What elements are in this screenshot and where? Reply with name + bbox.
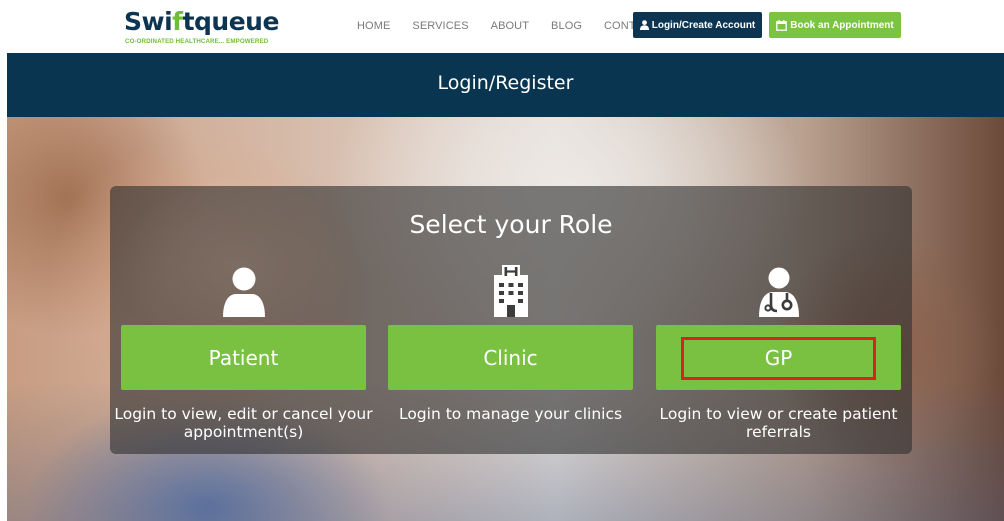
- nav-about[interactable]: ABOUT: [491, 20, 529, 32]
- book-appointment-button[interactable]: Book an Appointment: [769, 12, 901, 38]
- login-create-account-button[interactable]: Login/Create Account: [633, 12, 762, 38]
- user-icon: [639, 20, 649, 30]
- role-clinic-icon-wrap: [388, 262, 633, 317]
- hospital-icon: [493, 265, 528, 317]
- role-gp-icon-wrap: [656, 262, 901, 317]
- patient-description: Login to view, edit or cancel your appoi…: [114, 405, 373, 441]
- brand-tagline: CO-ORDINATED HEALTHCARE... EMPOWERED: [125, 38, 269, 45]
- main-nav: HOME SERVICES ABOUT BLOG CONTACT: [357, 12, 679, 40]
- book-button-label: Book an Appointment: [790, 19, 894, 31]
- clinic-button[interactable]: Clinic: [388, 325, 633, 390]
- calendar-icon: [776, 19, 788, 31]
- page-banner: Login/Register: [7, 53, 1004, 117]
- role-patient-icon-wrap: [121, 262, 366, 317]
- hero-background-image: Select your Role Patient Login to view, …: [7, 117, 1004, 521]
- page-title: Login/Register: [437, 71, 574, 94]
- clinic-description: Login to manage your clinics: [398, 405, 623, 423]
- nav-services[interactable]: SERVICES: [412, 20, 468, 32]
- doctor-icon: [758, 267, 799, 317]
- login-button-label: Login/Create Account: [651, 19, 756, 31]
- nav-home[interactable]: HOME: [357, 20, 390, 32]
- role-select-panel: Select your Role Patient Login to view, …: [110, 186, 912, 454]
- patient-button[interactable]: Patient: [121, 325, 366, 390]
- top-bar: Swiftqueue CO-ORDINATED HEALTHCARE... EM…: [0, 0, 1004, 53]
- role-select-title: Select your Role: [409, 210, 613, 239]
- gp-button-highlight: [681, 337, 876, 380]
- nav-blog[interactable]: BLOG: [551, 20, 582, 32]
- user-icon: [222, 267, 265, 317]
- swiftqueue-logo[interactable]: Swiftqueue CO-ORDINATED HEALTHCARE... EM…: [124, 8, 284, 48]
- gp-description: Login to view or create patient referral…: [659, 405, 898, 441]
- brand-name: Swiftqueue: [124, 7, 279, 36]
